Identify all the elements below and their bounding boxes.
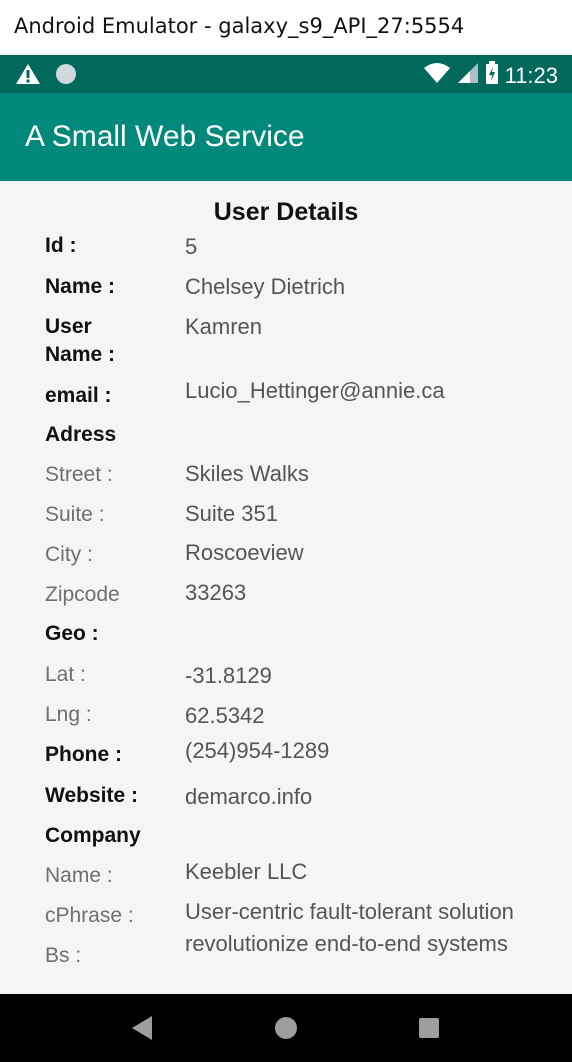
street-label: Street : <box>45 463 113 486</box>
back-icon[interactable] <box>130 1014 156 1047</box>
recents-icon[interactable] <box>417 1014 441 1047</box>
id-label: Id : <box>45 234 77 257</box>
status-icons: 11:23 <box>423 61 558 90</box>
wifi-icon <box>423 62 451 89</box>
geo-label: Geo : <box>45 622 99 645</box>
city-label: City : <box>45 543 93 566</box>
website-label: Website : <box>45 784 138 807</box>
suite-value: Suite 351 <box>185 501 278 526</box>
window-title: Android Emulator - galaxy_s9_API_27:5554 <box>14 14 465 38</box>
website-value: demarco.info <box>185 784 313 809</box>
cphrase-label: cPhrase : <box>45 904 134 927</box>
phone-label: Phone : <box>45 743 122 766</box>
username-label-line2: Name : <box>45 343 116 366</box>
signal-icon <box>457 62 479 89</box>
circle-icon <box>56 64 76 84</box>
username-value: Kamren <box>185 314 263 339</box>
status-time: 11:23 <box>504 62 558 88</box>
app-title: A Small Web Service <box>25 120 305 153</box>
lng-label: Lng : <box>45 703 92 726</box>
navigation-bar <box>0 994 572 1062</box>
battery-icon <box>485 61 499 90</box>
warning-icon <box>15 63 41 90</box>
page-title: User Details <box>213 198 359 226</box>
window-title-bar: Android Emulator - galaxy_s9_API_27:5554 <box>0 0 572 55</box>
status-bar: 11:23 <box>0 55 572 93</box>
user-details-screen: User Details Id : 5 Name : Chelsey Dietr… <box>0 181 572 994</box>
name-value: Chelsey Dietrich <box>185 274 346 299</box>
email-value: Lucio_Hettinger@annie.ca <box>185 378 445 403</box>
street-value: Skiles Walks <box>185 461 309 486</box>
zipcode-label: Zipcode <box>45 583 120 606</box>
cphrase-value: User-centric fault-tolerant solution <box>185 899 514 924</box>
address-label: Adress <box>45 423 117 446</box>
id-value: 5 <box>185 234 198 259</box>
company-label: Company <box>45 824 141 847</box>
phone-value: (254)954-1289 <box>185 738 330 763</box>
lat-value: -31.8129 <box>185 663 272 688</box>
username-label-line1: User <box>45 315 92 338</box>
bs-value: revolutionize end-to-end systems <box>185 931 508 956</box>
company-name-label: Name : <box>45 864 113 887</box>
home-icon[interactable] <box>272 1014 300 1047</box>
suite-label: Suite : <box>45 503 105 526</box>
name-label: Name : <box>45 275 116 298</box>
lat-label: Lat : <box>45 663 86 686</box>
app-bar: A Small Web Service <box>0 93 572 181</box>
zipcode-value: 33263 <box>185 580 247 605</box>
company-name-value: Keebler LLC <box>185 859 308 884</box>
lng-value: 62.5342 <box>185 703 265 728</box>
email-label: email : <box>45 384 112 407</box>
bs-label: Bs : <box>45 944 82 967</box>
city-value: Roscoeview <box>185 540 304 565</box>
